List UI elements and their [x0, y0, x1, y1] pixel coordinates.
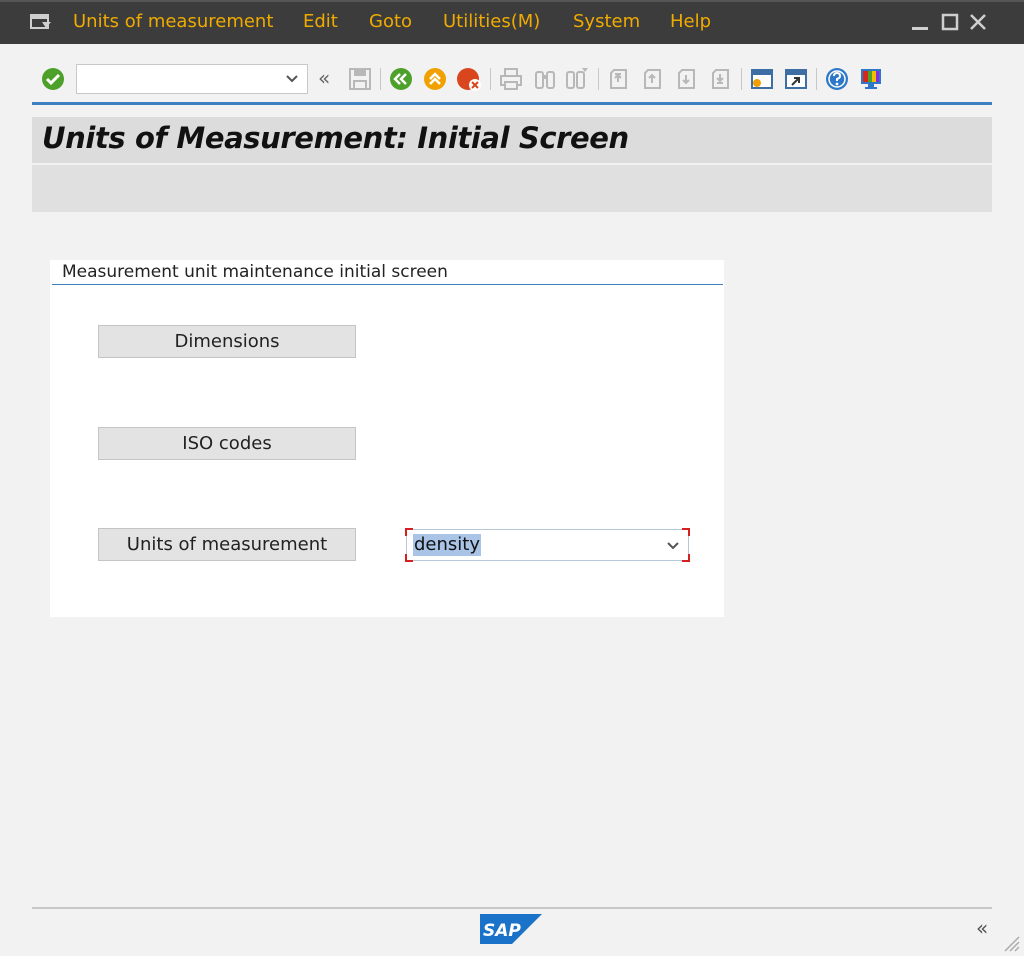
create-session-icon[interactable] [749, 66, 775, 92]
toolbar-separator [380, 68, 381, 90]
menu-units-of-measurement[interactable]: Units of measurement [73, 11, 273, 33]
resize-grip-icon[interactable] [1000, 932, 1020, 952]
title-bar: Units of Measurement: Initial Screen [32, 117, 992, 163]
menu-utilities[interactable]: Utilities(M) [443, 11, 540, 33]
command-input[interactable] [77, 65, 277, 93]
menu-system[interactable]: System [573, 11, 640, 33]
dimensions-button[interactable]: Dimensions [98, 325, 356, 358]
dimension-select-value: density [413, 534, 481, 556]
cancel-icon[interactable] [456, 66, 482, 92]
find-icon[interactable] [532, 66, 558, 92]
page-title: Units of Measurement: Initial Screen [42, 121, 629, 155]
close-icon[interactable] [968, 12, 988, 32]
exit-icon[interactable] [422, 66, 448, 92]
help-icon[interactable] [824, 66, 850, 92]
maximize-icon[interactable] [940, 12, 960, 32]
application-menu-icon[interactable] [30, 13, 52, 31]
previous-page-icon[interactable] [640, 66, 666, 92]
svg-text:SAP: SAP [483, 921, 521, 941]
iso-codes-button[interactable]: ISO codes [98, 427, 356, 460]
dimension-select[interactable]: density [405, 528, 690, 562]
focus-corner [682, 554, 690, 562]
toolbar-separator [816, 68, 817, 90]
next-page-icon[interactable] [674, 66, 700, 92]
sap-logo: SAP [480, 914, 542, 944]
application-toolbar [32, 165, 992, 212]
units-of-measurement-button[interactable]: Units of measurement [98, 528, 356, 561]
group-title: Measurement unit maintenance initial scr… [62, 262, 448, 282]
first-page-icon[interactable] [606, 66, 632, 92]
find-next-icon[interactable] [564, 66, 590, 92]
focus-corner [405, 528, 413, 536]
measurement-unit-group: Measurement unit maintenance initial scr… [50, 260, 724, 617]
save-icon[interactable] [347, 66, 373, 92]
double-chevron-left-icon[interactable]: « [318, 66, 330, 90]
toolbar-separator [741, 68, 742, 90]
group-title-divider [52, 284, 723, 285]
command-field[interactable] [76, 64, 308, 94]
shortcut-icon[interactable] [783, 66, 809, 92]
status-bar-toggle-icon[interactable]: « [976, 916, 988, 940]
menu-bar: Units of measurement Edit Goto Utilities… [0, 0, 1024, 44]
print-icon[interactable] [498, 66, 524, 92]
chevron-down-icon[interactable] [285, 72, 299, 86]
menu-goto[interactable]: Goto [369, 11, 412, 33]
focus-corner [405, 554, 413, 562]
toolbar-separator [490, 68, 491, 90]
minimize-icon[interactable] [910, 12, 930, 32]
status-bar-divider [32, 907, 992, 909]
chevron-down-icon[interactable] [666, 539, 680, 553]
toolbar-separator [598, 68, 599, 90]
back-icon[interactable] [388, 66, 414, 92]
system-toolbar: « [0, 44, 1024, 104]
sap-gui-window: Units of measurement Edit Goto Utilities… [0, 0, 1024, 956]
menu-help[interactable]: Help [670, 11, 711, 33]
enter-icon[interactable] [40, 66, 66, 92]
toolbar-divider [32, 102, 992, 105]
last-page-icon[interactable] [708, 66, 734, 92]
menu-edit[interactable]: Edit [303, 11, 338, 33]
focus-corner [682, 528, 690, 536]
customize-layout-icon[interactable] [858, 66, 884, 92]
